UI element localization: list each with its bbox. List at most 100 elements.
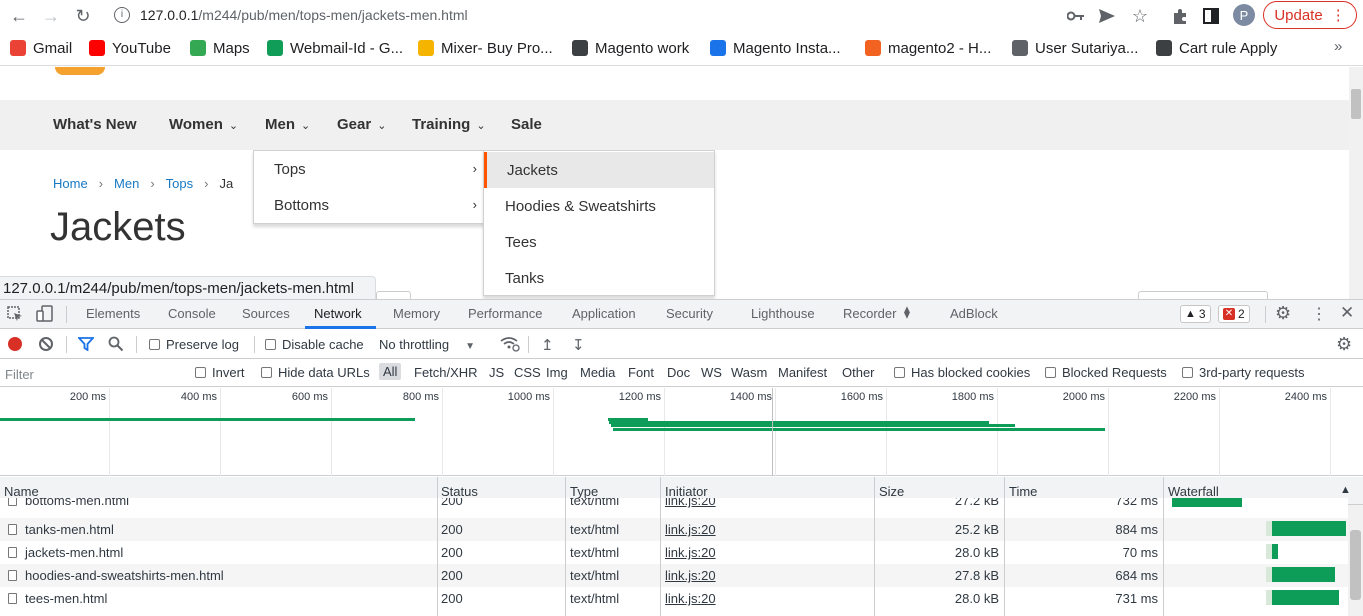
- cell-initiator[interactable]: link.js:20: [665, 498, 716, 508]
- column-header-type[interactable]: Type: [570, 484, 598, 499]
- settings-gear-icon[interactable]: ⚙: [1275, 303, 1291, 324]
- tab-recorder[interactable]: Recorder: [843, 306, 896, 321]
- breadcrumb-home[interactable]: Home: [53, 176, 88, 191]
- cell-initiator[interactable]: link.js:20: [665, 568, 716, 583]
- blocked-requests-checkbox[interactable]: Blocked Requests: [1045, 365, 1167, 380]
- update-button[interactable]: Update ⋮: [1263, 1, 1357, 29]
- network-conditions-icon[interactable]: [500, 336, 520, 355]
- filter-type-ws[interactable]: WS: [701, 365, 722, 380]
- filter-type-all[interactable]: All: [379, 363, 402, 380]
- bookmark-star-icon[interactable]: ☆: [1129, 5, 1151, 27]
- column-header-name[interactable]: Name: [4, 484, 39, 499]
- cell-name[interactable]: tees-men.html: [25, 591, 107, 606]
- column-header-initiator[interactable]: Initiator: [665, 484, 708, 499]
- column-header-size[interactable]: Size: [879, 484, 904, 499]
- import-har-icon[interactable]: ↥: [541, 336, 554, 354]
- cell-name[interactable]: bottoms-men.html: [25, 498, 129, 508]
- close-devtools-icon[interactable]: ✕: [1340, 303, 1354, 323]
- export-har-icon[interactable]: ↧: [572, 336, 585, 354]
- tab-sources[interactable]: Sources: [242, 306, 290, 321]
- extensions-icon[interactable]: [1169, 5, 1191, 27]
- record-icon[interactable]: [8, 337, 22, 351]
- breadcrumb-tops[interactable]: Tops: [166, 176, 193, 191]
- submenu-item-tops[interactable]: Tops: [274, 161, 306, 178]
- key-icon[interactable]: [1065, 5, 1087, 27]
- tab-security[interactable]: Security: [666, 306, 713, 321]
- bookmark-item[interactable]: Mixer- Buy Pro...: [418, 38, 553, 58]
- column-header-status[interactable]: Status: [441, 484, 478, 499]
- throttling-select[interactable]: No throttling ▼: [379, 337, 475, 352]
- nav-sale[interactable]: Sale: [511, 116, 542, 133]
- reload-icon[interactable]: ↻: [70, 4, 96, 28]
- submenu-item-hoodies[interactable]: Hoodies & Sweatshirts: [484, 188, 714, 224]
- cell-initiator[interactable]: link.js:20: [665, 545, 716, 560]
- bookmark-item[interactable]: Maps: [190, 38, 250, 58]
- bookmark-item[interactable]: User Sutariya...: [1012, 38, 1138, 58]
- column-header-waterfall[interactable]: Waterfall: [1168, 484, 1219, 499]
- tab-application[interactable]: Application: [572, 306, 636, 321]
- site-logo[interactable]: [55, 67, 105, 75]
- info-icon[interactable]: i: [114, 7, 130, 23]
- errors-badge[interactable]: ✕ 2: [1218, 305, 1250, 323]
- tab-console[interactable]: Console: [168, 306, 216, 321]
- bookmark-item[interactable]: magento2 - H...: [865, 38, 991, 58]
- profile-avatar[interactable]: P: [1233, 4, 1255, 26]
- filter-type-css[interactable]: CSS: [514, 365, 541, 380]
- warnings-badge[interactable]: ▲ 3: [1180, 305, 1211, 323]
- breadcrumb-men[interactable]: Men: [114, 176, 139, 191]
- table-row[interactable]: hoodies-and-sweatshirts-men.html 200 text/…: [0, 564, 1348, 587]
- device-toolbar-icon[interactable]: [36, 305, 54, 323]
- bookmark-item[interactable]: Magento Insta...: [710, 38, 841, 58]
- table-row[interactable]: bottoms-men.html 200 text/html link.js:20 27…: [0, 498, 1348, 512]
- nav-whats-new[interactable]: What's New: [53, 116, 137, 133]
- table-row[interactable]: jackets-men.html 200 text/html link.js:20 28…: [0, 541, 1348, 564]
- checkbox[interactable]: [195, 367, 206, 378]
- cell-name[interactable]: tanks-men.html: [25, 522, 114, 537]
- filter-type-font[interactable]: Font: [628, 365, 654, 380]
- invert-checkbox[interactable]: Invert: [195, 365, 245, 380]
- checkbox[interactable]: [1182, 367, 1193, 378]
- bookmark-item[interactable]: Gmail: [10, 38, 72, 58]
- search-icon[interactable]: [108, 336, 124, 355]
- filter-icon[interactable]: [76, 337, 96, 354]
- forward-icon[interactable]: →: [38, 4, 64, 28]
- checkbox[interactable]: [265, 339, 276, 350]
- send-icon[interactable]: [1096, 5, 1118, 27]
- bookmark-item[interactable]: Cart rule Apply: [1156, 38, 1277, 58]
- tab-memory[interactable]: Memory: [393, 306, 440, 321]
- hide-data-urls-checkbox[interactable]: Hide data URLs: [261, 365, 370, 380]
- filter-type-other[interactable]: Other: [842, 365, 875, 380]
- nav-gear[interactable]: Gear ⌄: [337, 116, 386, 133]
- table-row[interactable]: tees-men.html 200 text/html link.js:20 28.0 …: [0, 587, 1348, 610]
- bookmarks-overflow-icon[interactable]: »: [1334, 38, 1342, 55]
- tab-elements[interactable]: Elements: [86, 306, 140, 321]
- nav-training[interactable]: Training ⌄: [412, 116, 486, 133]
- preserve-log-checkbox[interactable]: Preserve log: [149, 337, 239, 352]
- table-row[interactable]: tanks-men.html 200 text/html link.js:20 25.2…: [0, 518, 1348, 541]
- checkbox[interactable]: [149, 339, 160, 350]
- url-text[interactable]: 127.0.0.1/m244/pub/men/tops-men/jackets-…: [140, 7, 468, 23]
- third-party-checkbox[interactable]: 3rd-party requests: [1182, 365, 1305, 380]
- cell-name[interactable]: jackets-men.html: [25, 545, 123, 560]
- sort-ascending-icon[interactable]: ▲: [1340, 484, 1351, 496]
- more-options-icon[interactable]: ⋮: [1311, 304, 1327, 324]
- requests-scrollbar-thumb[interactable]: [1350, 530, 1361, 600]
- tab-adblock[interactable]: AdBlock: [950, 306, 998, 321]
- page-scrollbar-thumb[interactable]: [1351, 89, 1361, 119]
- cell-initiator[interactable]: link.js:20: [665, 591, 716, 606]
- column-header-time[interactable]: Time: [1009, 484, 1037, 499]
- side-panel-icon[interactable]: [1200, 5, 1222, 27]
- checkbox[interactable]: [1045, 367, 1056, 378]
- submenu-item-tees[interactable]: Tees: [484, 224, 714, 260]
- inspect-element-icon[interactable]: [7, 306, 23, 322]
- filter-type-js[interactable]: JS: [489, 365, 504, 380]
- back-icon[interactable]: ←: [6, 4, 32, 28]
- filter-type-media[interactable]: Media: [580, 365, 615, 380]
- cell-name[interactable]: hoodies-and-sweatshirts-men.html: [25, 568, 224, 583]
- filter-type-doc[interactable]: Doc: [667, 365, 690, 380]
- filter-type-wasm[interactable]: Wasm: [731, 365, 767, 380]
- nav-women[interactable]: Women ⌄: [169, 116, 238, 133]
- filter-type-img[interactable]: Img: [546, 365, 568, 380]
- filter-type-fetchxhr[interactable]: Fetch/XHR: [414, 365, 478, 380]
- tab-network[interactable]: Network: [314, 306, 362, 321]
